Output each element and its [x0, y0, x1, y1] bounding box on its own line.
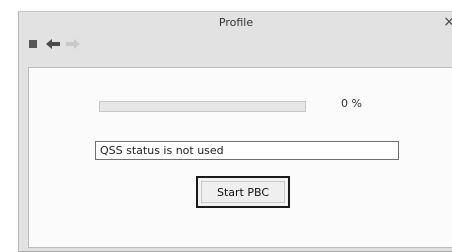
stop-icon[interactable] [25, 36, 41, 52]
toolbar [25, 36, 85, 52]
progress-bar [99, 101, 306, 112]
window-title: Profile [218, 16, 254, 29]
start-pbc-button[interactable]: Start PBC [196, 176, 290, 208]
start-pbc-label: Start PBC [201, 181, 285, 203]
status-field: QSS status is not used [95, 141, 399, 160]
pbc-panel: 0 % QSS status is not used Start PBC [28, 67, 452, 248]
title-bar: Profile × [19, 12, 452, 34]
progress-percent: 0 % [341, 97, 362, 110]
profile-window: Profile × 0 % QSS status is not used Sta… [18, 11, 452, 252]
close-icon[interactable]: × [443, 14, 452, 30]
back-arrow-icon[interactable] [45, 36, 61, 52]
forward-arrow-icon[interactable] [65, 36, 81, 52]
